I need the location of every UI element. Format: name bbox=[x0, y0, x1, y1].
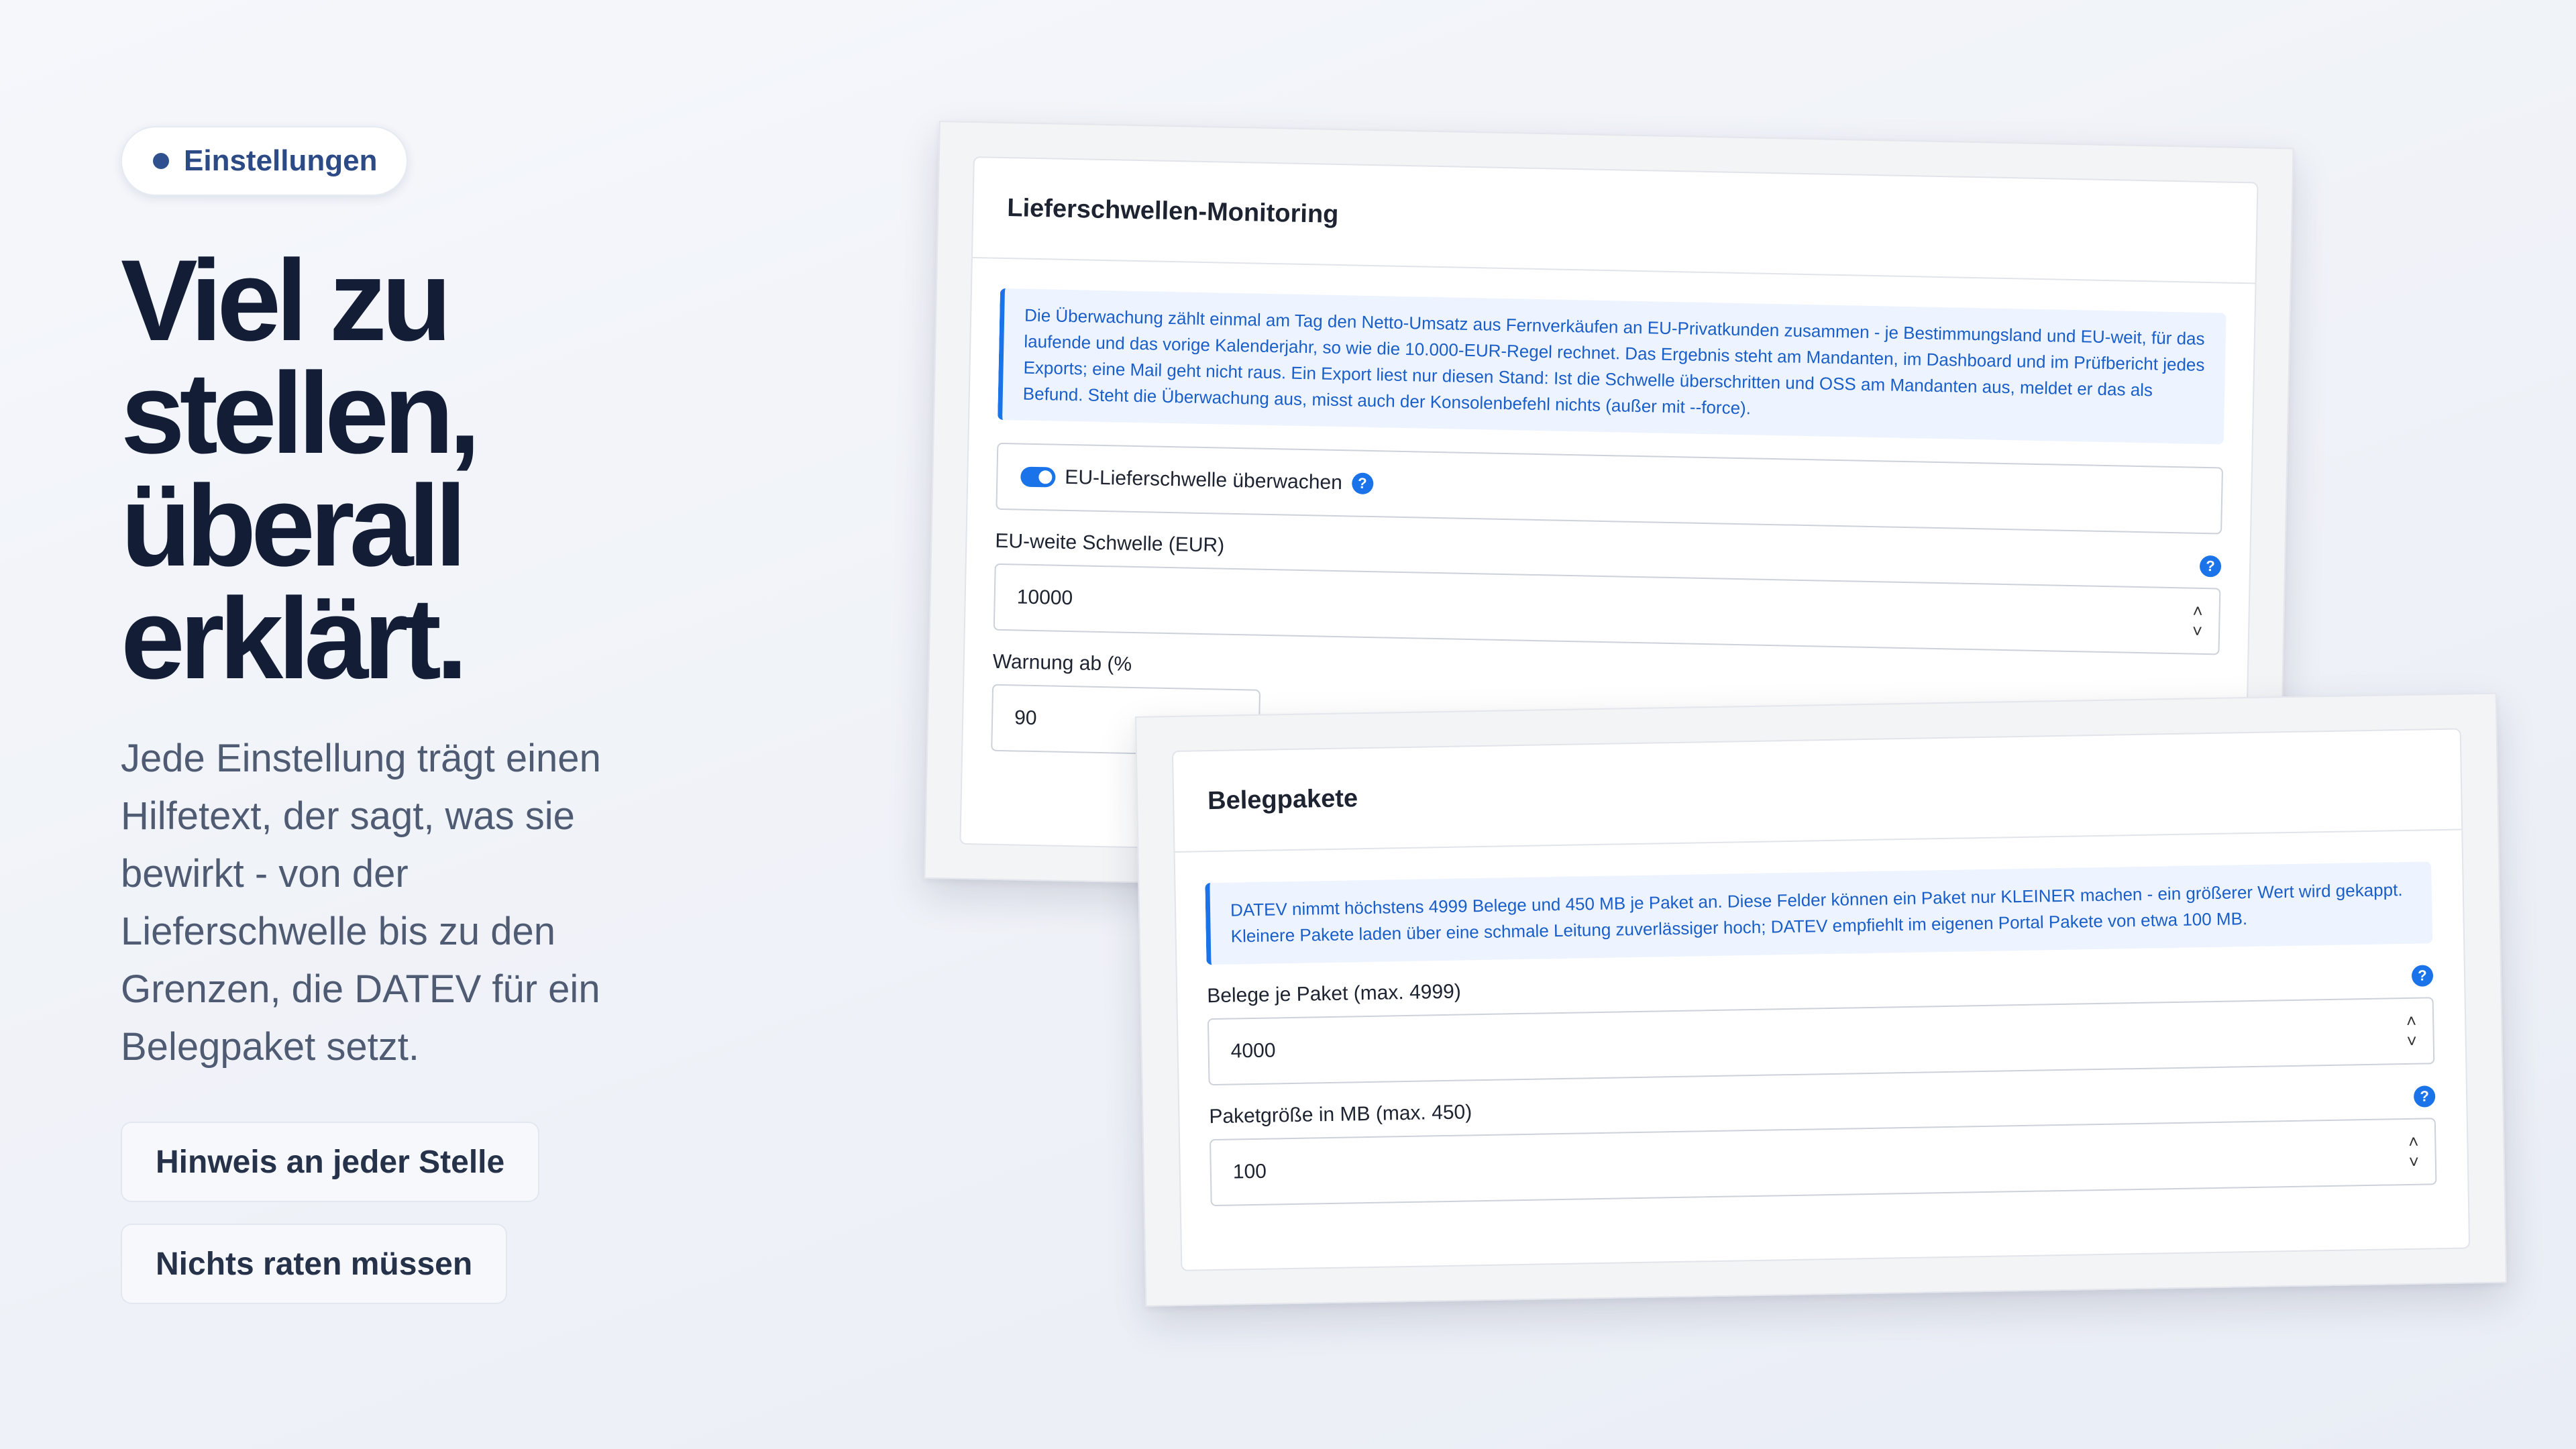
chevron-down-icon[interactable]: ˅ bbox=[2408, 1152, 2419, 1172]
threshold-input[interactable]: 10000 ˄ ˅ bbox=[993, 563, 2221, 655]
package-size-value: 100 bbox=[1232, 1160, 1267, 1183]
chevron-up-icon[interactable]: ˄ bbox=[2408, 1132, 2419, 1152]
threshold-value: 10000 bbox=[1016, 586, 1073, 610]
chevron-down-icon[interactable]: ˅ bbox=[2406, 1031, 2417, 1051]
monitor-toggle-row: EU-Lieferschwelle überwachen ? bbox=[996, 442, 2224, 535]
size-spinner[interactable]: ˄ ˅ bbox=[2408, 1132, 2419, 1172]
threshold-label: EU-weite Schwelle (EUR) bbox=[995, 529, 1225, 557]
headline: Viel zu stellen, überall erklärt. bbox=[121, 236, 724, 703]
lead-text: Jede Einstellung trägt einen Hilfetext, … bbox=[121, 737, 601, 1069]
info-alert: DATEV nimmt höchstens 4999 Belege und 45… bbox=[1205, 861, 2433, 965]
headline-line: erklärt. bbox=[121, 574, 468, 703]
docs-per-package-value: 4000 bbox=[1230, 1039, 1276, 1063]
chevron-up-icon[interactable]: ˄ bbox=[2406, 1011, 2417, 1031]
chevron-down-icon[interactable]: ˅ bbox=[2192, 621, 2203, 641]
warning-value: 90 bbox=[1014, 706, 1037, 730]
docs-per-package-label: Belege je Paket (max. 4999) bbox=[1207, 980, 1462, 1008]
chevron-up-icon[interactable]: ˄ bbox=[2192, 601, 2203, 621]
settings-badge: Einstellungen bbox=[121, 126, 409, 196]
feature-tag-no-guessing: Nichts raten müssen bbox=[121, 1224, 508, 1304]
headline-line: Viel zu bbox=[121, 236, 452, 365]
headline-line: stellen, bbox=[121, 349, 481, 478]
monitor-toggle-switch[interactable] bbox=[1020, 466, 1056, 488]
screenshot-document-packages: Belegpakete DATEV nimmt höchstens 4999 B… bbox=[1135, 692, 2508, 1307]
monitor-toggle-label: EU-Lieferschwelle überwachen bbox=[1065, 466, 1343, 494]
settings-panel-document-packages: Belegpakete DATEV nimmt höchstens 4999 B… bbox=[1171, 728, 2471, 1271]
headline-line: überall bbox=[121, 462, 467, 590]
info-alert: Die Überwachung zählt einmal am Tag den … bbox=[998, 288, 2226, 445]
threshold-spinner[interactable]: ˄ ˅ bbox=[2192, 601, 2203, 641]
package-size-label: Paketgröße in MB (max. 450) bbox=[1209, 1101, 1472, 1128]
docs-spinner[interactable]: ˄ ˅ bbox=[2406, 1011, 2417, 1051]
help-icon[interactable]: ? bbox=[1351, 472, 1374, 495]
help-icon[interactable]: ? bbox=[2199, 555, 2222, 578]
hero: Einstellungen Viel zu stellen, überall e… bbox=[121, 126, 724, 1304]
feature-tags: Hinweis an jeder Stelle Nichts raten müs… bbox=[121, 1122, 724, 1304]
docs-per-package-input[interactable]: 4000 ˄ ˅ bbox=[1207, 997, 2435, 1086]
help-icon[interactable]: ? bbox=[2413, 1085, 2436, 1108]
settings-badge-label: Einstellungen bbox=[184, 144, 378, 177]
help-icon[interactable]: ? bbox=[2411, 965, 2434, 987]
feature-tag-hint: Hinweis an jeder Stelle bbox=[121, 1122, 540, 1202]
package-size-input[interactable]: 100 ˄ ˅ bbox=[1210, 1118, 2437, 1207]
dot-icon bbox=[153, 153, 169, 169]
